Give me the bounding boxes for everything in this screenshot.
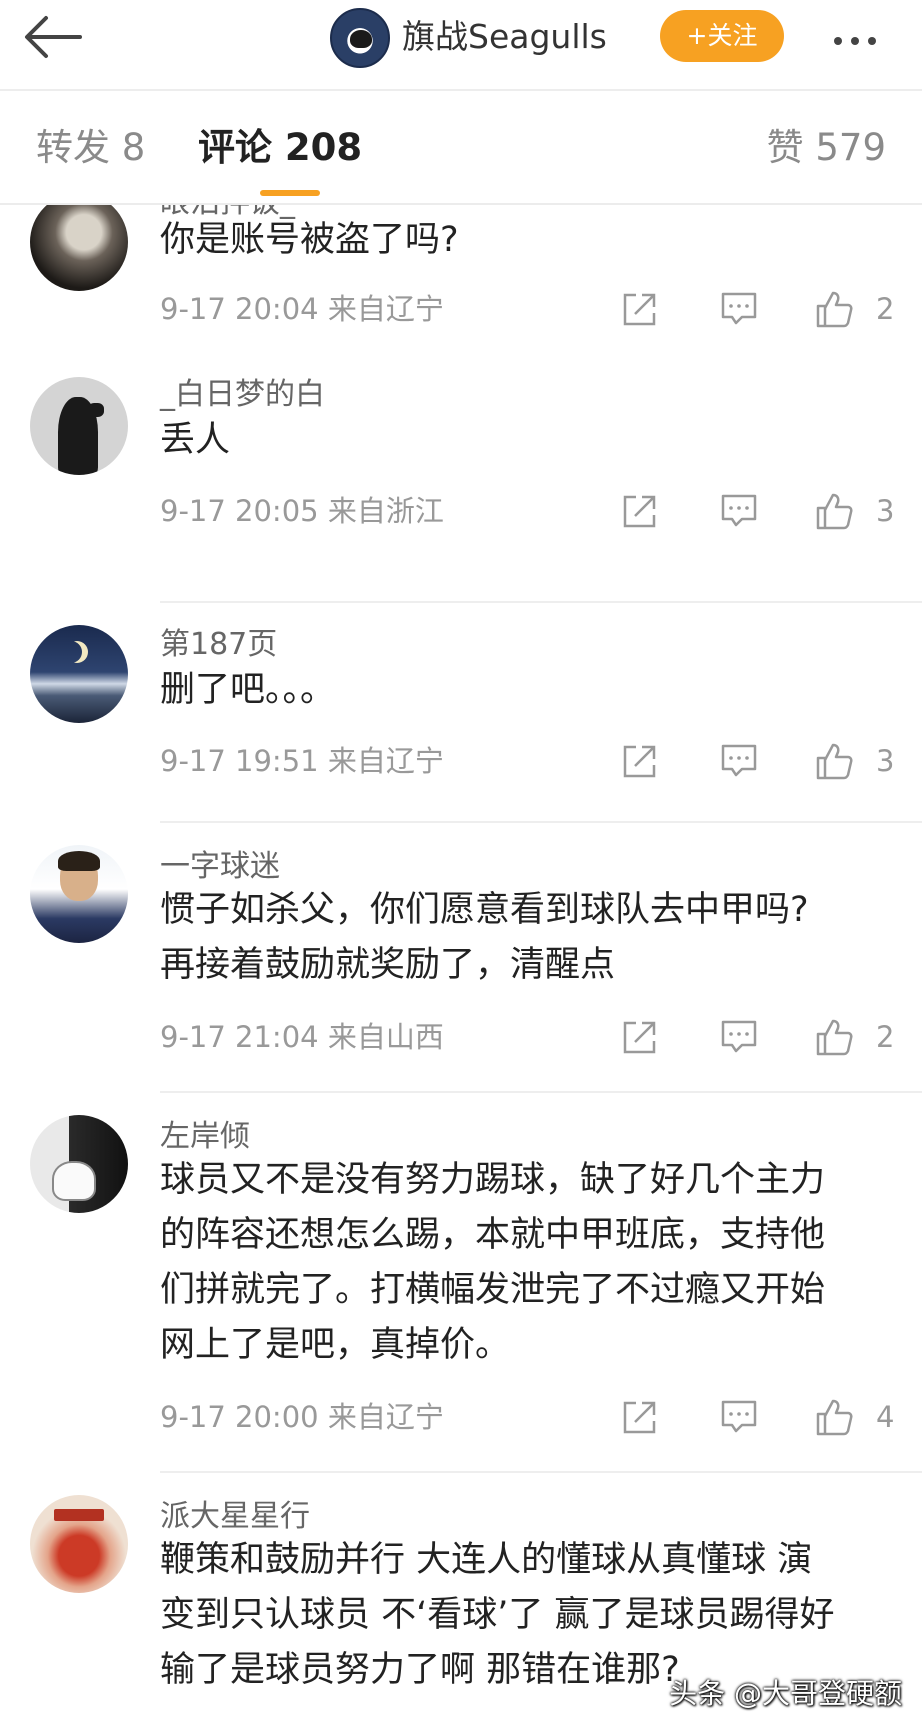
thumbs-up-icon[interactable] [814, 491, 854, 531]
comment-meta: 9-17 21:04 来自山西 [160, 1020, 444, 1054]
like-count: 2 [876, 292, 895, 326]
share-icon[interactable] [620, 491, 660, 531]
divider [160, 821, 922, 823]
thumbs-up-icon[interactable] [814, 289, 854, 329]
divider [160, 1091, 922, 1093]
comment-actions: 4 [620, 1397, 900, 1441]
share-icon[interactable] [620, 289, 660, 329]
comment-line: 网上了是吧，真掉价。 [160, 1325, 511, 1365]
comment-username[interactable]: 派大星星行 [160, 1497, 310, 1537]
tab-forwards[interactable]: 转发 8 [36, 125, 145, 171]
tab-likes[interactable]: 赞 579 [767, 125, 886, 171]
thumbs-up-icon[interactable] [814, 1397, 854, 1437]
comment-actions: 2 [620, 1017, 900, 1061]
thumbs-up-icon[interactable] [814, 1017, 854, 1057]
user-avatar[interactable] [30, 377, 128, 475]
share-icon[interactable] [620, 1017, 660, 1057]
comment-line: 惯子如杀父，你们愿意看到球队去中甲吗? [160, 890, 809, 930]
comment-meta: 9-17 20:04 来自辽宁 [160, 292, 444, 326]
comment-list: 眼泪拌饭_ 你是账号被盗了吗? 9-17 20:04 来自辽宁 2 _白日梦的白… [0, 205, 922, 1718]
comment-text: 惯子如杀父，你们愿意看到球队去中甲吗? 再接着鼓励就奖励了，清醒点 [160, 883, 900, 993]
comment-text: 球员又不是没有努力踢球，缺了好几个主力 的阵容还想怎么踢，本就中甲班底，支持他 … [160, 1153, 900, 1373]
account-name[interactable]: 旗战Seagulls [402, 14, 607, 60]
comment-text: 你是账号被盗了吗? [160, 213, 900, 268]
active-tab-indicator [260, 190, 320, 196]
user-avatar[interactable] [30, 845, 128, 943]
like-count: 2 [876, 1020, 895, 1054]
comment-line: 丢人 [160, 420, 231, 460]
like-count: 3 [876, 494, 895, 528]
more-options-icon[interactable] [834, 30, 894, 45]
comment-meta: 9-17 20:05 来自浙江 [160, 494, 444, 528]
account-avatar[interactable] [330, 8, 390, 68]
follow-button[interactable]: +关注 [660, 10, 784, 62]
like-count: 3 [876, 744, 895, 778]
user-avatar[interactable] [30, 1495, 128, 1593]
user-avatar[interactable] [30, 625, 128, 723]
top-bar: 旗战Seagulls +关注 [0, 0, 922, 91]
comment-username[interactable]: 第187页 [160, 625, 277, 665]
divider [160, 601, 922, 603]
watermark: 头条 @大哥登硬额 [669, 1677, 902, 1710]
reply-icon[interactable] [720, 1399, 758, 1435]
reply-icon[interactable] [720, 743, 758, 779]
comment-actions: 3 [620, 491, 900, 535]
comment-text: 丢人 [160, 413, 900, 468]
comment-text: 删了吧。。。 [160, 663, 900, 718]
like-count: 4 [876, 1400, 895, 1434]
comment-username[interactable]: _白日梦的白 [160, 375, 325, 415]
thumbs-up-icon[interactable] [814, 741, 854, 781]
reply-icon[interactable] [720, 493, 758, 529]
share-icon[interactable] [620, 1397, 660, 1437]
tab-comments[interactable]: 评论 208 [198, 125, 362, 171]
comment-meta: 9-17 20:00 来自辽宁 [160, 1400, 444, 1434]
reply-icon[interactable] [720, 291, 758, 327]
comment-line: 球员又不是没有努力踢球，缺了好几个主力 [160, 1160, 826, 1200]
comment-username[interactable]: 一字球迷 [160, 847, 280, 887]
comment-actions: 3 [620, 741, 900, 785]
comment-line: 鞭策和鼓励并行 大连人的懂球从真懂球 演 [160, 1540, 813, 1580]
tab-bar: 转发 8 评论 208 赞 579 [0, 91, 922, 203]
user-avatar[interactable] [30, 205, 128, 291]
comment-line: 你是账号被盗了吗? [160, 220, 459, 260]
comment-username[interactable]: 左岸倾 [160, 1117, 250, 1157]
share-icon[interactable] [620, 741, 660, 781]
comment-line: 们拼就完了。打横幅发泄完了不过瘾又开始 [160, 1270, 826, 1310]
comment-line: 的阵容还想怎么踢，本就中甲班底，支持他 [160, 1215, 826, 1255]
comment-line: 再接着鼓励就奖励了，清醒点 [160, 945, 616, 985]
divider [160, 1471, 922, 1473]
reply-icon[interactable] [720, 1019, 758, 1055]
comment-line: 变到只认球员 不‘看球’了 赢了是球员踢得好 [160, 1595, 835, 1635]
user-avatar[interactable] [30, 1115, 128, 1213]
back-arrow-icon[interactable] [22, 12, 86, 62]
comment-meta: 9-17 19:51 来自辽宁 [160, 744, 444, 778]
comment-actions: 2 [620, 289, 900, 333]
comment-line: 删了吧。。。 [160, 670, 336, 710]
